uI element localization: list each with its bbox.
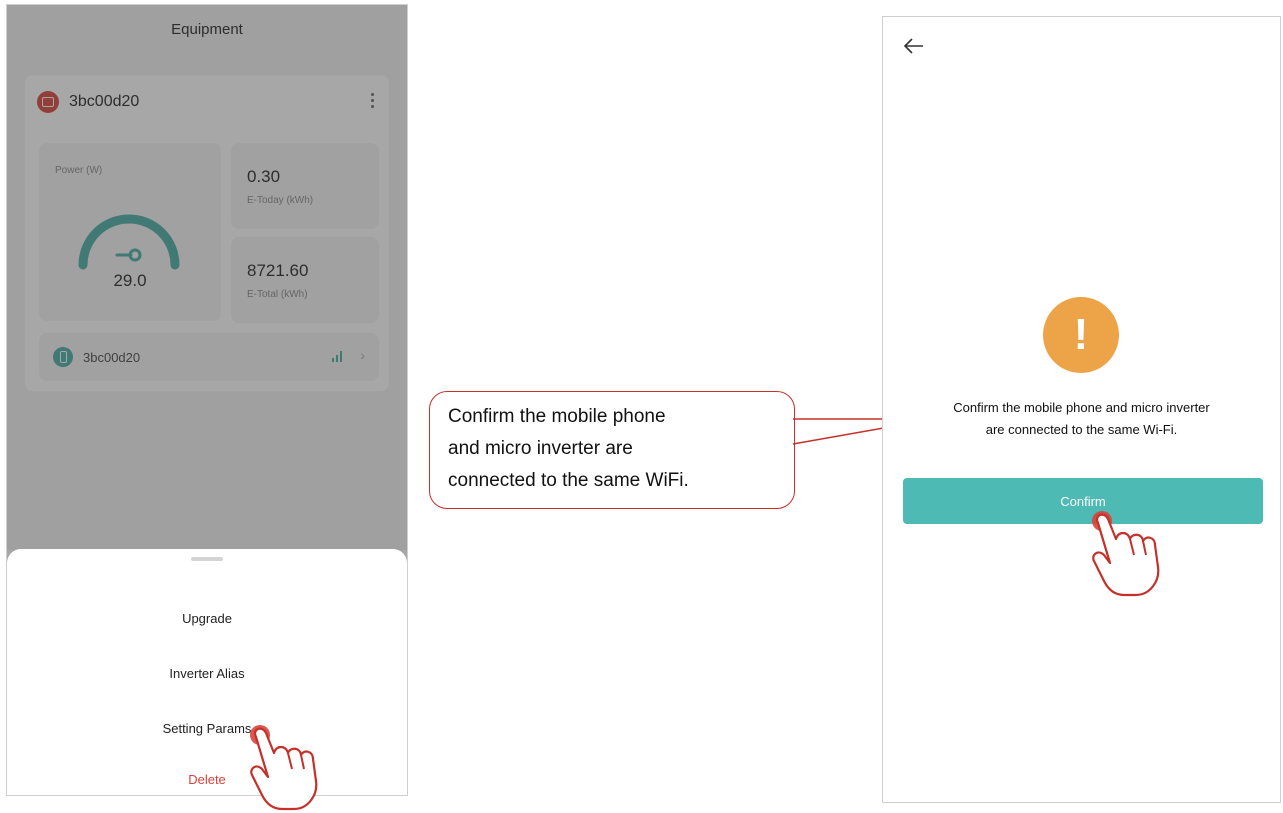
back-arrow-icon[interactable] — [903, 37, 925, 55]
callout-line: connected to the same WiFi. — [448, 470, 689, 491]
callout-text: Confirm the mobile phone and micro inver… — [448, 401, 788, 497]
action-sheet: Upgrade Inverter Alias Setting Params De… — [7, 549, 407, 795]
callout-line: Confirm the mobile phone — [448, 406, 666, 427]
upgrade-button[interactable]: Upgrade — [7, 611, 407, 626]
callout-line: and micro inverter are — [448, 438, 633, 459]
hand-pointer-icon — [1092, 511, 1160, 597]
warning-icon: ! — [1043, 297, 1119, 373]
confirm-button[interactable]: Confirm — [903, 478, 1263, 524]
sheet-grabber[interactable] — [191, 557, 223, 561]
right-phone-screen: ! Confirm the mobile phone and micro inv… — [882, 16, 1281, 803]
message-line: Confirm the mobile phone and micro inver… — [953, 400, 1210, 415]
confirm-message: Confirm the mobile phone and micro inver… — [903, 397, 1260, 441]
instruction-callout: Confirm the mobile phone and micro inver… — [429, 391, 795, 509]
message-line: are connected to the same Wi-Fi. — [985, 422, 1178, 437]
setting-params-button[interactable]: Setting Params — [7, 721, 407, 736]
hand-pointer-icon — [250, 725, 318, 811]
inverter-alias-button[interactable]: Inverter Alias — [7, 666, 407, 681]
left-phone-screen: Equipment 3bc00d20 Power (W) 29.0 0.30 E… — [6, 4, 408, 796]
delete-button[interactable]: Delete — [7, 772, 407, 787]
